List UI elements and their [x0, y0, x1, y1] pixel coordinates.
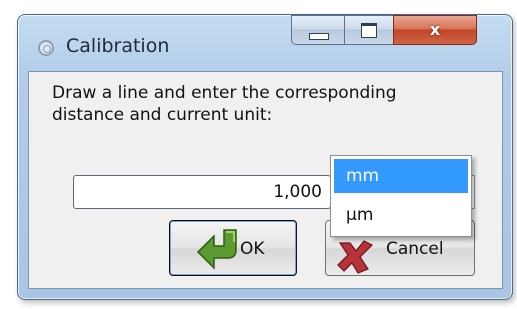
app-circle-icon: [38, 40, 54, 56]
unit-option-mm[interactable]: mm: [334, 159, 468, 193]
unit-option-um[interactable]: µm: [334, 198, 468, 232]
ok-label: OK: [240, 239, 265, 259]
instruction-text: Draw a line and enter the corresponding …: [52, 83, 397, 125]
minimize-button[interactable]: [291, 15, 345, 45]
maximize-button[interactable]: [344, 15, 394, 45]
distance-input[interactable]: [73, 175, 331, 209]
close-button[interactable]: x: [393, 15, 477, 45]
red-x-icon: [337, 240, 374, 274]
unit-dropdown-list: mm µm: [330, 155, 472, 237]
ok-button[interactable]: OK: [169, 220, 297, 276]
window-title: Calibration: [66, 35, 170, 57]
cancel-label: Cancel: [386, 239, 444, 259]
